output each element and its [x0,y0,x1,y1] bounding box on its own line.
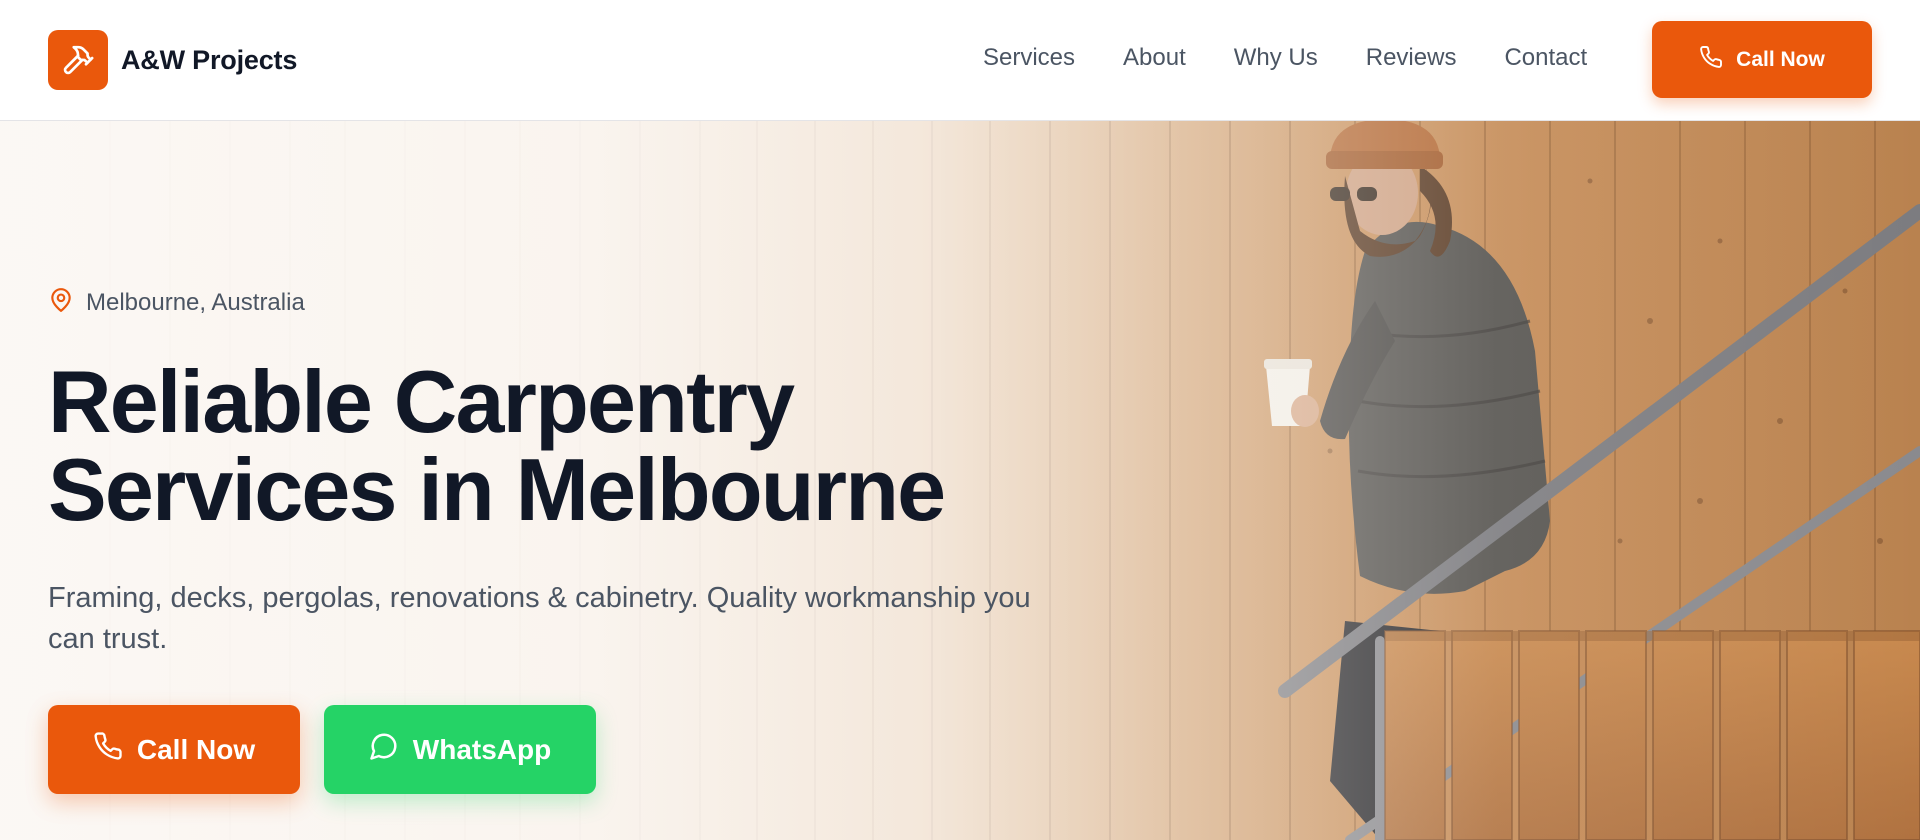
hero-subheadline: Framing, decks, pergolas, renovations & … [48,582,1031,655]
whatsapp-label: WhatsApp [412,733,552,765]
header-call-now-label: Call Now [1736,47,1825,71]
nav-reviews[interactable]: Reviews [1366,44,1457,72]
main-nav: Services About Why Us Reviews Contact [983,44,1587,72]
nav-why-us[interactable]: Why Us [1234,44,1318,72]
nav-contact[interactable]: Contact [1504,44,1587,72]
hero-headline: Reliable Carpentry Services in Melbourne [48,358,1148,534]
header-call-now-button[interactable]: Call Now [1652,21,1872,98]
whatsapp-button[interactable]: WhatsApp [324,705,596,794]
nav-services[interactable]: Services [983,44,1075,72]
site-header: A&W Projects Services About Why Us Revie… [0,0,1920,121]
map-pin-icon [48,286,74,319]
nav-about[interactable]: About [1123,44,1186,72]
hero-call-now-button[interactable]: Call Now [48,705,300,794]
hero-buttons: Call Now WhatsApp [48,705,596,794]
hammer-icon [48,30,108,90]
chat-bubble-icon [369,731,399,768]
brand-name: A&W Projects [121,44,298,75]
brand-logo[interactable]: A&W Projects [48,30,297,90]
headline-line-1: Reliable Carpentry [48,352,795,451]
location-tag: Melbourne, Australia [48,286,1148,319]
phone-icon [1699,45,1723,75]
location-text: Melbourne, Australia [86,288,305,316]
hero-section: Melbourne, Australia Reliable Carpentry … [0,121,1920,840]
hero-content: Melbourne, Australia Reliable Carpentry … [48,286,1148,660]
hero-call-now-label: Call Now [136,733,256,765]
phone-icon [93,731,123,768]
headline-line-2: Services in Melbourne [48,440,946,539]
